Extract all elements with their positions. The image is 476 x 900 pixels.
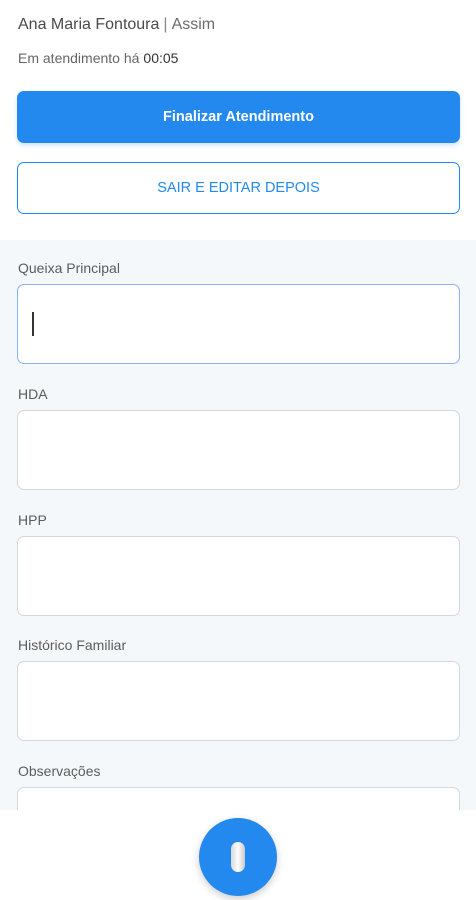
hda-field[interactable]: [17, 410, 460, 490]
chief-complaint-label: Queixa Principal: [18, 260, 120, 276]
patient-info: Ana Maria Fontoura | Assim: [18, 16, 215, 34]
exit-edit-later-button[interactable]: SAIR E EDITAR DEPOIS: [17, 162, 460, 214]
organization-name: Assim: [171, 16, 216, 33]
hpp-label: HPP: [18, 512, 47, 528]
family-history-label: Histórico Familiar: [18, 637, 127, 653]
observations-field[interactable]: [17, 787, 460, 810]
family-history-field[interactable]: [17, 661, 460, 741]
finish-attendance-button[interactable]: Finalizar Atendimento: [17, 91, 460, 143]
clinical-form: Queixa Principal HDA HPP Histórico Famil…: [0, 240, 476, 810]
patient-name: Ana Maria Fontoura: [18, 16, 160, 33]
chief-complaint-field[interactable]: [17, 284, 460, 364]
attendance-timer: Em atendimento há 00:05: [18, 50, 178, 66]
observations-label: Observações: [18, 763, 101, 779]
microphone-button[interactable]: [199, 818, 277, 896]
hda-label: HDA: [18, 386, 48, 402]
timer-value: 00:05: [143, 50, 179, 66]
text-caret: [32, 312, 34, 336]
microphone-icon: [231, 842, 245, 872]
hpp-field[interactable]: [17, 536, 460, 616]
separator: |: [163, 16, 168, 33]
timer-label: Em atendimento há: [18, 50, 140, 66]
